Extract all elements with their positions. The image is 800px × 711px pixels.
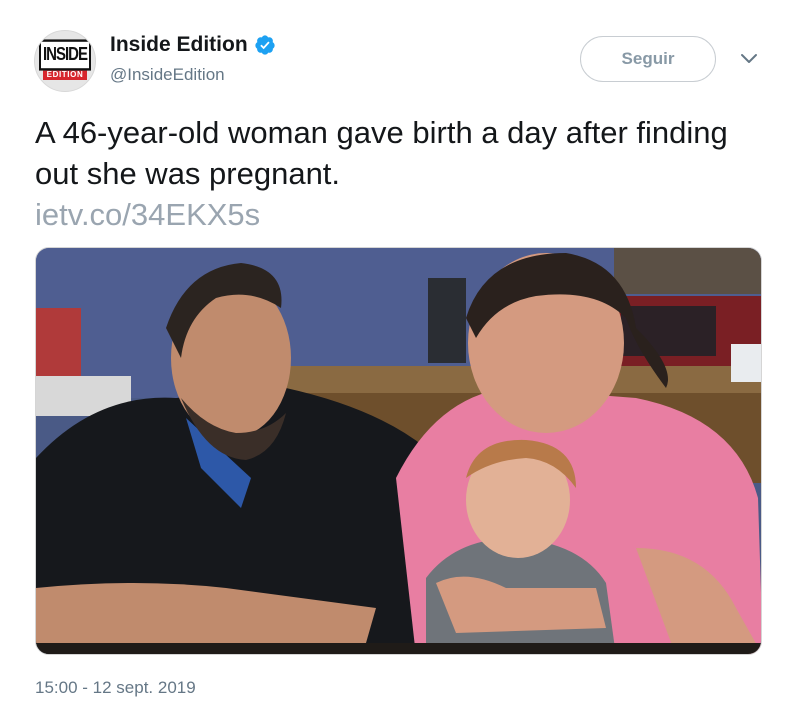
display-name[interactable]: Inside Edition — [110, 32, 248, 58]
logo-text-bottom: EDITION — [43, 69, 87, 80]
tweet-link[interactable]: ietv.co/34EKX5s — [35, 194, 765, 235]
profile-avatar[interactable]: INSIDE EDITION — [34, 30, 96, 92]
logo-text-top: INSIDE — [39, 39, 91, 71]
chevron-down-icon[interactable] — [740, 52, 758, 66]
tweet-photo[interactable] — [35, 247, 762, 655]
user-handle[interactable]: @InsideEdition — [110, 64, 276, 86]
name-row: Inside Edition — [110, 32, 276, 58]
photo-illustration — [36, 248, 761, 654]
tweet-timestamp[interactable]: 15:00 - 12 sept. 2019 — [35, 677, 196, 699]
tweet-text: A 46-year-old woman gave birth a day aft… — [35, 115, 728, 191]
follow-button[interactable]: Seguir — [580, 36, 716, 82]
verified-badge-icon — [255, 35, 275, 55]
tweet-body: A 46-year-old woman gave birth a day aft… — [35, 112, 765, 235]
user-info: Inside Edition @InsideEdition — [110, 32, 276, 86]
tweet-card: INSIDE EDITION Inside Edition @InsideEdi… — [0, 0, 800, 711]
inside-edition-logo: INSIDE EDITION — [39, 39, 91, 80]
